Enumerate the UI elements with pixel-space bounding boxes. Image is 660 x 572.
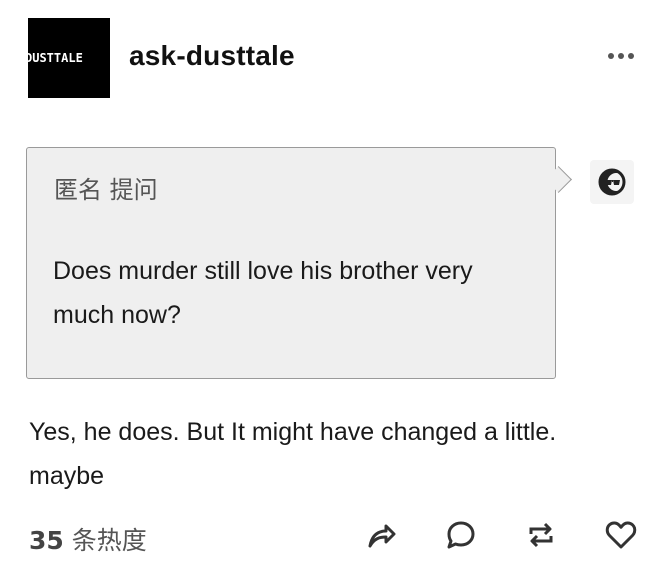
reblog-icon <box>529 522 553 548</box>
post-header: DUSTTALE ask-dusttale <box>28 18 638 98</box>
dot <box>628 53 634 59</box>
avatar-logo-text: DUSTTALE <box>28 51 83 65</box>
notes-number: 35 <box>29 526 64 555</box>
notes-count[interactable]: 35 条热度 <box>29 521 147 557</box>
dot <box>618 53 624 59</box>
share-button[interactable] <box>363 517 399 553</box>
ask-bubble: 匿名 提问 Does murder still love his brother… <box>26 147 556 379</box>
share-icon <box>368 524 396 548</box>
reply-button[interactable] <box>443 517 479 553</box>
dot <box>608 53 614 59</box>
reblog-button[interactable] <box>523 517 559 553</box>
blog-name[interactable]: ask-dusttale <box>129 40 295 72</box>
more-options-icon[interactable] <box>608 51 638 61</box>
post-actions <box>363 517 639 553</box>
heart-icon <box>605 521 637 549</box>
answer-text: Yes, he does. But It might have changed … <box>29 418 557 490</box>
reply-icon <box>447 521 475 549</box>
post-footer: 35 条热度 <box>29 517 639 557</box>
question-text: Does murder still love his brother very … <box>53 257 473 329</box>
like-button[interactable] <box>603 517 639 553</box>
notes-label: 条热度 <box>63 526 147 555</box>
asker-label: 匿名 提问 <box>54 176 158 204</box>
blog-avatar[interactable]: DUSTTALE <box>28 18 110 98</box>
sunglasses-face-icon <box>590 160 634 204</box>
